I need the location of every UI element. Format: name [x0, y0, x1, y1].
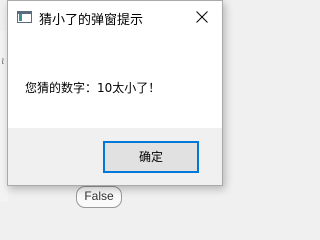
background-text-fragment: ι [1, 56, 5, 67]
dialog-content: 您猜的数字：10太小了！ [8, 34, 222, 128]
ok-button[interactable]: 确定 [103, 141, 199, 173]
dialog-titlebar[interactable]: 猜小了的弹窗提示 [8, 1, 222, 34]
background-false-chip[interactable]: False [76, 186, 122, 208]
close-button[interactable] [184, 3, 220, 31]
dialog-button-area: 确定 [8, 128, 222, 185]
close-icon [196, 11, 208, 23]
message-dialog: 猜小了的弹窗提示 您猜的数字：10太小了！ 确定 [7, 0, 223, 186]
dialog-title: 猜小了的弹窗提示 [39, 13, 144, 28]
window-app-icon [17, 11, 32, 23]
dialog-message: 您猜的数字：10太小了！ [25, 81, 161, 95]
